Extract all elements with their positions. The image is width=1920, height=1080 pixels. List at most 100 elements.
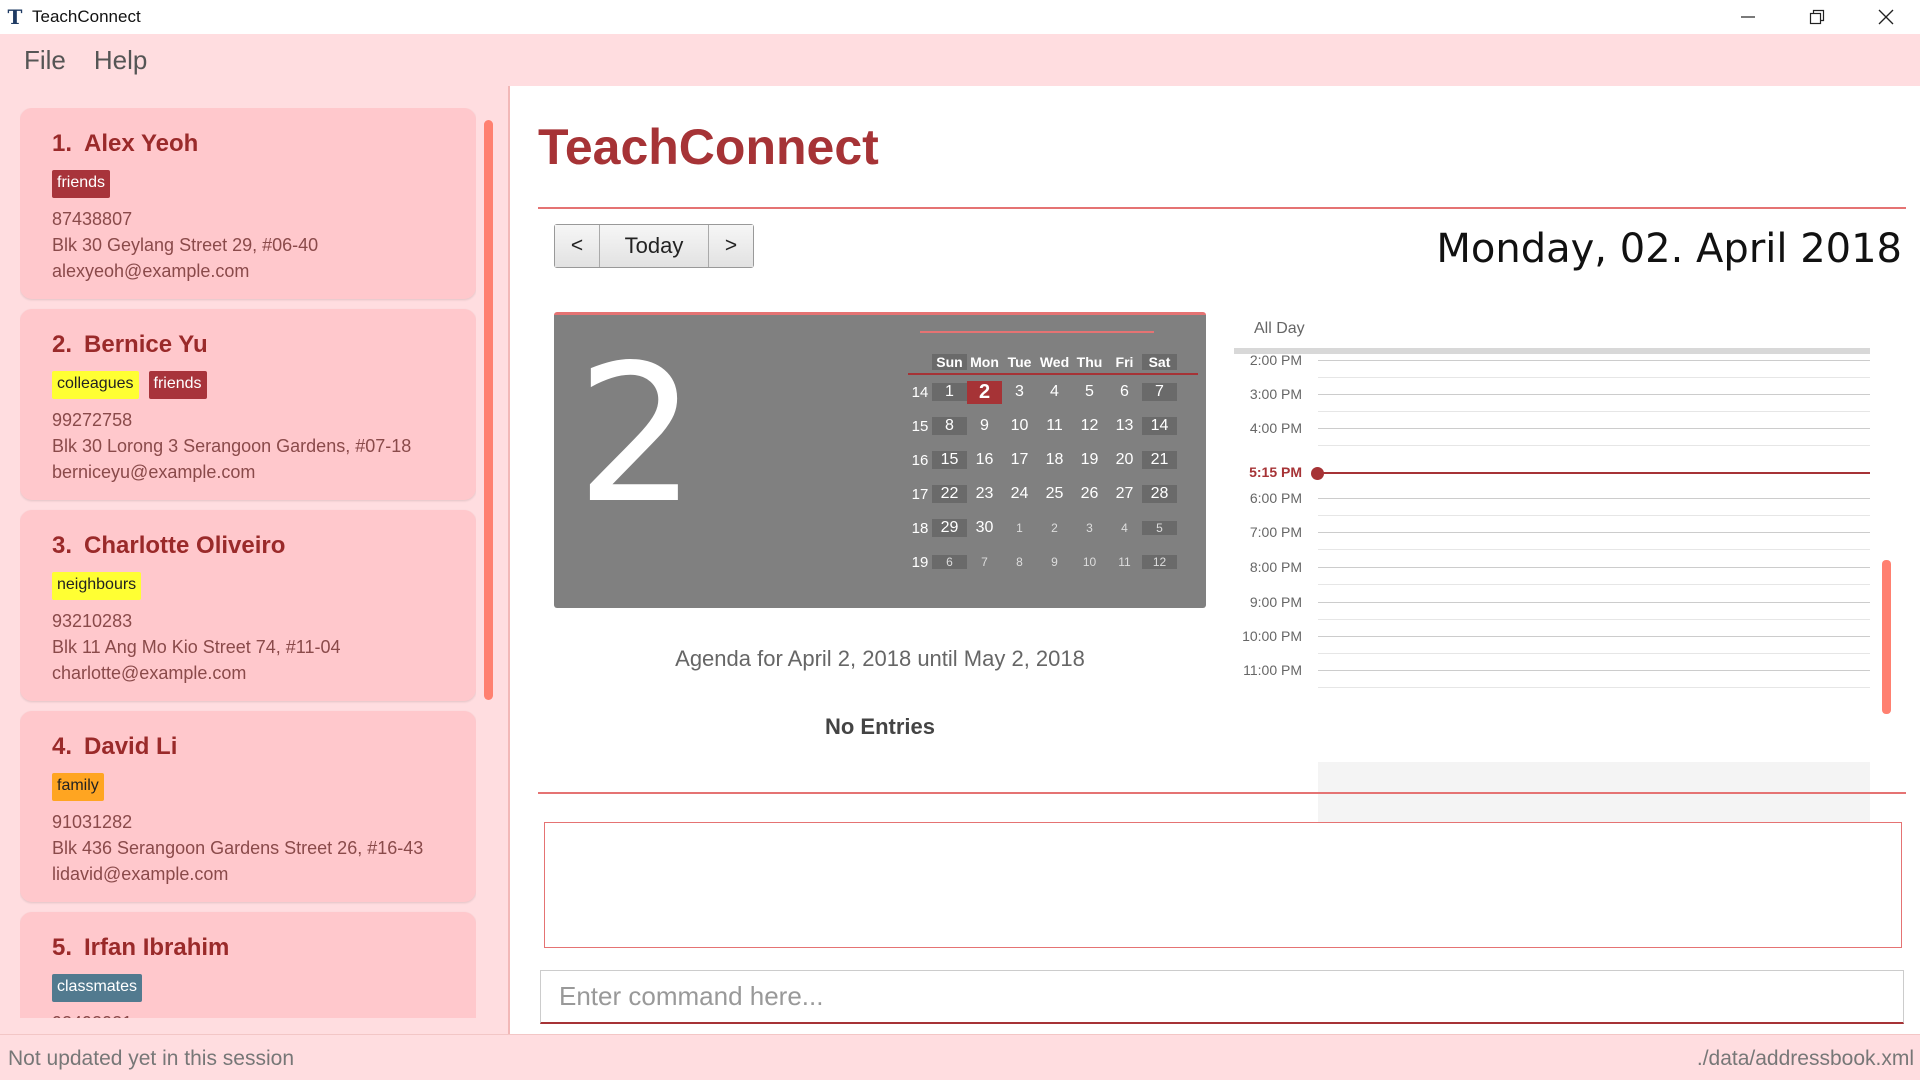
calendar-day[interactable]: 9: [1037, 555, 1072, 569]
calendar-day[interactable]: 1: [1002, 521, 1037, 535]
tag: friends: [52, 170, 111, 198]
person-list[interactable]: 1. Alex Yeoh friends 87438807 Blk 30 Geyl…: [20, 108, 476, 1018]
calendar-day[interactable]: 24: [1002, 485, 1037, 503]
calendar-day[interactable]: 17: [1002, 451, 1037, 469]
person-index: 4.: [52, 733, 73, 760]
person-address: Blk 436 Serangoon Gardens Street 26, #16…: [52, 838, 424, 858]
calendar-day[interactable]: 26: [1072, 485, 1107, 503]
title-bar: T TeachConnect: [0, 0, 1920, 34]
calendar-day[interactable]: 29: [932, 519, 967, 537]
today-button[interactable]: Today: [599, 225, 709, 267]
restore-icon: [1809, 9, 1824, 25]
command-input[interactable]: [540, 970, 1904, 1024]
calendar-day[interactable]: 30: [967, 519, 1002, 537]
person-card[interactable]: 5. Irfan Ibrahim classmates 92492021: [20, 912, 476, 1018]
menu-help[interactable]: Help: [94, 45, 147, 76]
hour-row[interactable]: 9:00 PM: [1234, 594, 1870, 614]
hour-row[interactable]: 2:00 PM: [1234, 352, 1870, 372]
calendar-day[interactable]: 11: [1107, 555, 1142, 569]
divider: [538, 207, 1906, 209]
calendar-day[interactable]: 8: [932, 417, 967, 435]
hour-row[interactable]: 11:00 PM: [1234, 662, 1870, 682]
calendar-week-row: 15 8 9 10 11 12 13 14: [908, 409, 1198, 443]
calendar-day[interactable]: 25: [1037, 485, 1072, 503]
calendar-day[interactable]: 3: [1072, 521, 1107, 535]
hour-row[interactable]: 7:00 PM: [1234, 524, 1870, 544]
prev-day-button[interactable]: <: [555, 225, 599, 267]
weekday-header: Fri: [1115, 354, 1134, 370]
calendar-day[interactable]: 12: [1072, 417, 1107, 435]
calendar-day[interactable]: 7: [1142, 383, 1177, 401]
day-view-scrollbar[interactable]: [1880, 364, 1892, 784]
window-controls: [1713, 0, 1920, 34]
hour-row[interactable]: 6:00 PM: [1234, 490, 1870, 510]
hour-row[interactable]: 8:00 PM: [1234, 559, 1870, 579]
restore-button[interactable]: [1782, 0, 1851, 34]
calendar-day[interactable]: 2: [1037, 521, 1072, 535]
calendar-day[interactable]: 13: [1107, 417, 1142, 435]
person-email: berniceyu@example.com: [52, 462, 256, 482]
calendar-day[interactable]: 11: [1037, 417, 1072, 435]
tag-list: friends: [52, 170, 444, 198]
menu-file[interactable]: File: [24, 45, 66, 76]
calendar-day[interactable]: 3: [1002, 383, 1037, 401]
hour-row[interactable]: 3:00 PM: [1234, 386, 1870, 406]
person-phone: 92492021: [52, 1012, 444, 1018]
calendar-day[interactable]: 21: [1142, 451, 1177, 469]
next-day-button[interactable]: >: [709, 225, 753, 267]
calendar-day[interactable]: 5: [1142, 521, 1177, 535]
minimize-button[interactable]: [1713, 0, 1782, 34]
calendar-day[interactable]: 20: [1107, 451, 1142, 469]
calendar-day[interactable]: 4: [1107, 521, 1142, 535]
calendar-day[interactable]: 10: [1002, 417, 1037, 435]
current-time-dot: [1311, 467, 1324, 480]
person-list-scrollbar[interactable]: [482, 100, 494, 1020]
calendar-day[interactable]: 27: [1107, 485, 1142, 503]
calendar-day[interactable]: 28: [1142, 485, 1177, 503]
person-card[interactable]: 2. Bernice Yu colleagues friends 99272758…: [20, 309, 476, 500]
half-hour-line: [1318, 411, 1870, 412]
person-address: Blk 11 Ang Mo Kio Street 74, #11-04: [52, 637, 341, 657]
agenda-empty-message: No Entries: [824, 714, 936, 739]
calendar-day[interactable]: 4: [1037, 383, 1072, 401]
person-phone: 99272758: [52, 410, 133, 430]
calendar-day[interactable]: 6: [1107, 383, 1142, 401]
calendar-day[interactable]: 15: [932, 451, 967, 469]
calendar-day[interactable]: 23: [967, 485, 1002, 503]
mini-calendar-grid: Sun Mon Tue Wed Thu Fri Sat 14 1 2 3 4 5 6 7 15 8 9 10 11 12…: [908, 351, 1198, 579]
week-number: 17: [911, 485, 929, 503]
person-card[interactable]: 3. Charlotte Oliveiro neighbours 93210283…: [20, 510, 476, 701]
close-button[interactable]: [1851, 0, 1920, 34]
person-card[interactable]: 4. David Li family 91031282 Blk 436 Seran…: [20, 711, 476, 902]
calendar-day[interactable]: 14: [1142, 417, 1177, 435]
hour-label: 4:00 PM: [1249, 420, 1302, 436]
calendar-day[interactable]: 12: [1142, 555, 1177, 569]
current-time-label: 5:15 PM: [1249, 464, 1302, 480]
day-view: All Day 2:00 PM 3:00 PM 4:00 PM 6:00 PM 7:00…: [1234, 316, 1898, 844]
big-day-number: 2: [576, 324, 697, 545]
calendar-day[interactable]: 7: [967, 555, 1002, 569]
calendar-day[interactable]: 22: [932, 485, 967, 503]
calendar-day[interactable]: 18: [1037, 451, 1072, 469]
calendar-day[interactable]: 5: [1072, 383, 1107, 401]
weekday-header-row: Sun Mon Tue Wed Thu Fri Sat: [908, 351, 1198, 375]
calendar-day[interactable]: 9: [967, 417, 1002, 435]
hour-row[interactable]: 10:00 PM: [1234, 628, 1870, 648]
person-name-text: Alex Yeoh: [84, 130, 199, 157]
calendar-day[interactable]: 1: [932, 383, 967, 401]
weekday-header: Thu: [1076, 354, 1103, 370]
calendar-day[interactable]: 16: [967, 451, 1002, 469]
calendar-day[interactable]: 6: [932, 555, 967, 569]
current-time-line: [1318, 472, 1870, 474]
person-email: alexyeoh@example.com: [52, 261, 250, 281]
person-list-scroll-thumb[interactable]: [484, 120, 493, 700]
half-hour-line: [1318, 653, 1870, 654]
hour-row[interactable]: 4:00 PM: [1234, 420, 1870, 440]
calendar-day-selected[interactable]: 2: [967, 380, 1002, 404]
person-index: 2.: [52, 331, 73, 358]
calendar-day[interactable]: 19: [1072, 451, 1107, 469]
calendar-day[interactable]: 8: [1002, 555, 1037, 569]
person-card[interactable]: 1. Alex Yeoh friends 87438807 Blk 30 Geyl…: [20, 108, 476, 299]
calendar-day[interactable]: 10: [1072, 555, 1107, 569]
day-view-scroll-thumb[interactable]: [1882, 560, 1891, 714]
